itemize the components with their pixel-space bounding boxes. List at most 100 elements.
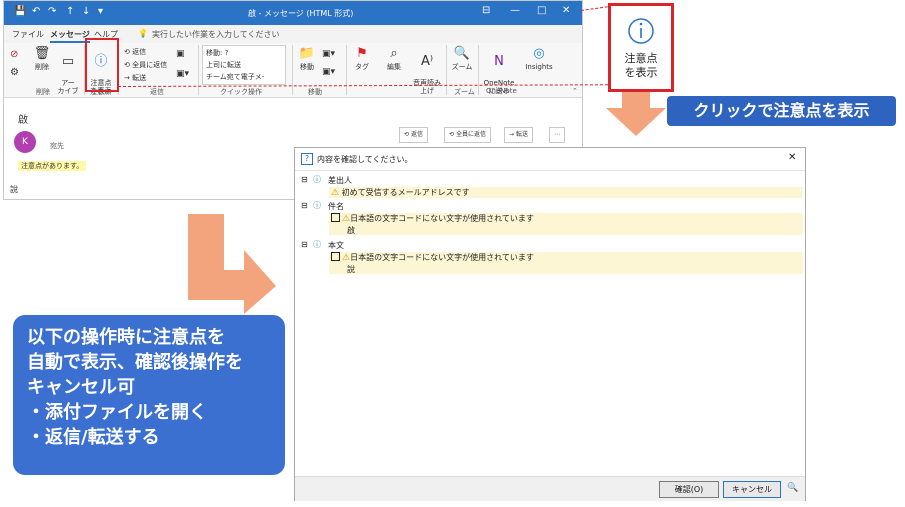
quick-forward-button[interactable]: → 転送 bbox=[504, 127, 533, 143]
cancel-button[interactable]: キャンセル bbox=[723, 481, 781, 498]
feature-note: 以下の操作時に注意点を 自動で表示、確認後操作を キャンセル可 ・添付ファイルを… bbox=[13, 315, 285, 475]
quick-steps-gallery: 移動: ? 上司に転送 チーム宛て電子メ- bbox=[202, 45, 286, 85]
warning-row: ⚠ 初めて受信するメールアドレスです bbox=[331, 187, 470, 198]
delete-button[interactable]: 🗑 削除 bbox=[32, 46, 52, 72]
reply-all-button[interactable]: ⟲ 全員に返信 bbox=[124, 60, 167, 70]
forward-button[interactable]: → 転送 bbox=[124, 73, 146, 83]
warning-row[interactable]: ⚠日本語の文字コードにない文字が使用されています bbox=[331, 213, 534, 224]
zoom-label: ズーム bbox=[451, 63, 473, 71]
zoom-button[interactable]: 🔍 ズーム bbox=[450, 46, 474, 72]
title-bar: 💾 ↶ ↷ ↑ ↓ ▾ 啟 - メッセージ (HTML 形式) ⊟ — □ ✕ bbox=[4, 1, 582, 25]
tag-label: タグ bbox=[355, 63, 369, 71]
quick-forward-label: 転送 bbox=[515, 131, 528, 138]
info-icon: ⓘ bbox=[313, 201, 321, 210]
lightbulb-icon: 💡 bbox=[138, 29, 148, 38]
message-subject: 啟 bbox=[18, 115, 28, 126]
save-icon[interactable]: 💾 bbox=[14, 6, 26, 17]
quick-reply-button[interactable]: ⟲ 返信 bbox=[399, 127, 428, 143]
move-folder-icon: 📁 bbox=[298, 46, 316, 61]
more-actions-button[interactable]: ⋯ bbox=[549, 127, 565, 143]
zoom-icon[interactable]: 🔍 bbox=[787, 483, 798, 493]
confirm-dialog: ? 内容を確認してください。 ✕ ⊟ ⓘ 差出人 ⚠ 初めて受信するメールアドレ… bbox=[294, 147, 806, 501]
insights-label: Insights bbox=[525, 63, 553, 71]
reply-label: 返信 bbox=[132, 48, 147, 56]
maximize-button[interactable]: □ bbox=[537, 5, 546, 16]
note-line: ・添付ファイルを開く bbox=[27, 402, 207, 423]
qat-menu-icon[interactable]: ▾ bbox=[98, 6, 103, 17]
minimize-button[interactable]: — bbox=[510, 5, 520, 16]
info-icon: ⓘ bbox=[313, 175, 321, 184]
warning-text: 日本語の文字コードにない文字が使用されています bbox=[350, 214, 534, 223]
move-button[interactable]: 📁 移動 bbox=[296, 46, 318, 72]
quick-step-move[interactable]: 移動: ? bbox=[206, 48, 228, 58]
reply-button[interactable]: ⟲ 返信 bbox=[124, 47, 146, 57]
quick-reply-all-button[interactable]: ⟲ 全員に返信 bbox=[444, 127, 491, 143]
more-respond-icon[interactable]: ▣▾ bbox=[176, 69, 189, 79]
section-label-subject: 件名 bbox=[328, 202, 344, 211]
note-line: 自動で表示、確認後操作を bbox=[27, 352, 243, 373]
collapse-ribbon-icon[interactable]: ⌃ bbox=[572, 87, 578, 95]
edit-button[interactable]: ⌕ 編集 bbox=[384, 47, 404, 72]
quick-reply-all-label: 全員に返信 bbox=[455, 131, 486, 138]
rules-dropdown-icon[interactable]: ▣▾ bbox=[322, 49, 335, 59]
collapse-icon[interactable]: ⊟ bbox=[301, 175, 308, 184]
search-tell-me[interactable]: 実行したい作業を入力してください bbox=[152, 29, 280, 40]
rules-icon[interactable]: ⚙ bbox=[10, 67, 19, 78]
undo-icon[interactable]: ↶ bbox=[32, 6, 40, 17]
tag-button[interactable]: ⚑ タグ bbox=[352, 46, 372, 72]
collapse-icon[interactable]: ⊟ bbox=[301, 240, 308, 249]
dialog-title: 内容を確認してください。 bbox=[317, 155, 413, 164]
section-label-body: 本文 bbox=[328, 241, 344, 250]
delete-label: 削除 bbox=[35, 63, 49, 71]
question-icon: ? bbox=[301, 153, 313, 165]
message-body: 說 bbox=[10, 185, 18, 194]
quick-step-forward[interactable]: 上司に転送 bbox=[206, 60, 241, 70]
actions-dropdown-icon[interactable]: ▣▾ bbox=[322, 67, 335, 77]
tab-file[interactable]: ファイル bbox=[12, 29, 44, 40]
edit-label: 編集 bbox=[387, 63, 401, 71]
group-label-quick: クイック操作 bbox=[220, 88, 262, 96]
quick-step-team[interactable]: チーム宛て電子メ- bbox=[206, 72, 264, 82]
up-arrow-icon[interactable]: ↑ bbox=[66, 6, 74, 17]
callout-label: 注意点 を表示 bbox=[624, 52, 658, 79]
bent-arrow-shape bbox=[188, 214, 276, 314]
info-icon: ⓘ bbox=[313, 240, 321, 249]
note-line: キャンセル可 bbox=[27, 377, 135, 398]
group-label-zoom: ズーム bbox=[454, 88, 475, 96]
warning-text: 初めて受信するメールアドレスです bbox=[341, 188, 470, 197]
dialog-close-button[interactable]: ✕ bbox=[788, 152, 796, 163]
to-label: 宛先 bbox=[50, 142, 64, 150]
insights-button[interactable]: ◎ Insights bbox=[524, 47, 554, 72]
warning-icon: ⚠ bbox=[342, 214, 351, 224]
warning-value: 啟 bbox=[347, 226, 355, 235]
info-icon bbox=[628, 18, 654, 44]
trash-icon: 🗑 bbox=[33, 46, 51, 61]
ribbon-display-icon[interactable]: ⊟ bbox=[482, 5, 490, 16]
redo-icon[interactable]: ↷ bbox=[48, 6, 56, 17]
warning-text: 日本語の文字コードにない文字が使用されています bbox=[350, 253, 534, 262]
note-line: ・返信/転送する bbox=[27, 427, 160, 448]
checkbox[interactable] bbox=[331, 213, 340, 222]
close-button[interactable]: ✕ bbox=[562, 5, 570, 16]
collapse-icon[interactable]: ⊟ bbox=[301, 201, 308, 210]
flag-icon: ⚑ bbox=[356, 46, 368, 61]
warning-row[interactable]: ⚠日本語の文字コードにない文字が使用されています bbox=[331, 252, 534, 263]
down-arrow-icon[interactable]: ↓ bbox=[82, 6, 90, 17]
down-arrow-shape bbox=[606, 92, 666, 136]
notice-bar: 注意点があります。 bbox=[18, 161, 87, 171]
quick-reply-label: 返信 bbox=[410, 131, 423, 138]
read-aloud-icon: A⁾ bbox=[420, 54, 434, 69]
zoom-icon: 🔍 bbox=[453, 46, 471, 61]
group-label-move: 移動 bbox=[308, 88, 322, 96]
meeting-icon[interactable]: ▣ bbox=[176, 49, 185, 59]
checkbox[interactable] bbox=[331, 252, 340, 261]
callout-line-top bbox=[580, 6, 608, 11]
confirm-button[interactable]: 確認(O) bbox=[659, 481, 719, 498]
reply-all-label: 全員に返信 bbox=[132, 61, 168, 69]
archive-icon: ▭ bbox=[61, 54, 75, 69]
group-label-onenote: OneNote bbox=[486, 87, 517, 95]
note-line: 以下の操作時に注意点を bbox=[27, 327, 225, 348]
highlight-notice-button bbox=[85, 38, 119, 92]
tab-message[interactable]: メッセージ bbox=[50, 29, 90, 43]
junk-icon[interactable]: ⊘ bbox=[10, 49, 18, 60]
